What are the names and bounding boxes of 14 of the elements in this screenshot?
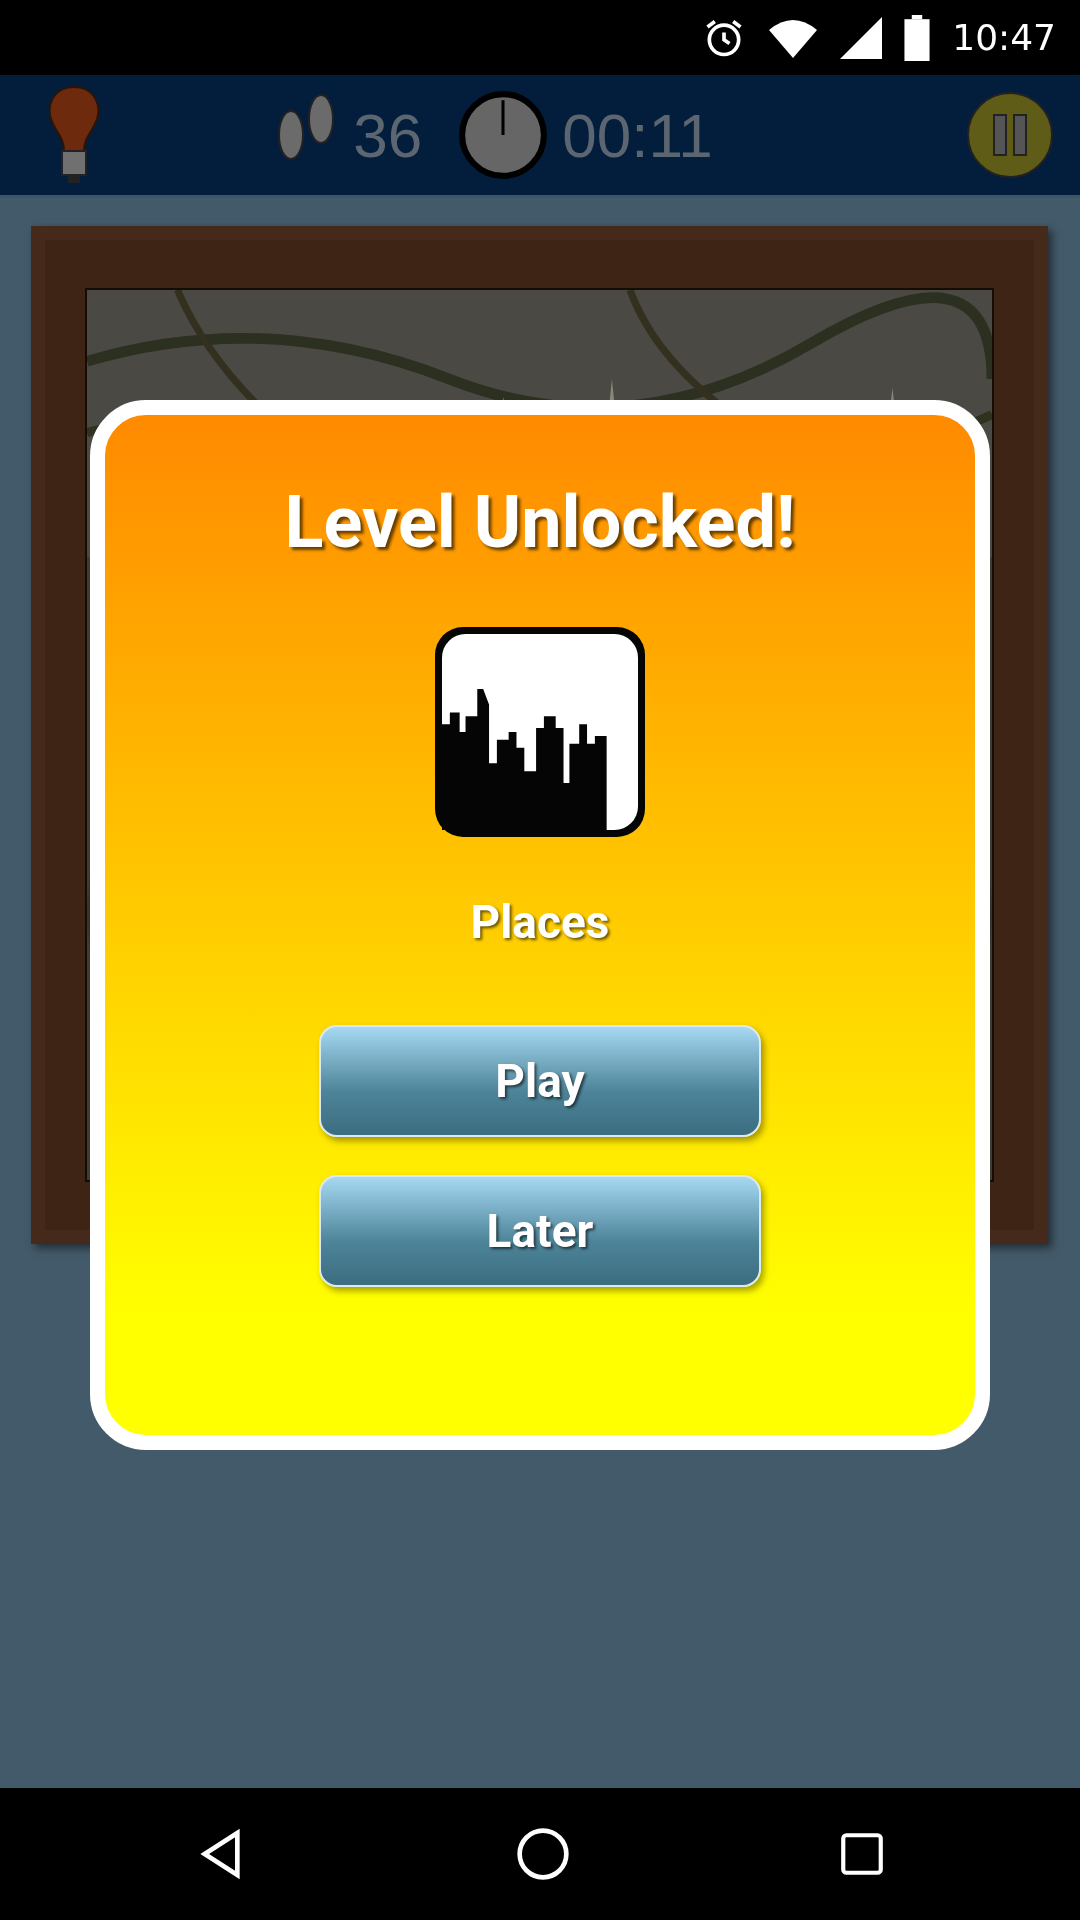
wifi-icon xyxy=(768,17,819,58)
skyline-icon xyxy=(435,627,645,837)
clock-time: 10:47 xyxy=(952,17,1056,58)
dialog-button[interactable]: Later xyxy=(319,1175,761,1287)
dialog-title: Level Unlocked! xyxy=(284,480,796,565)
category-name: Places xyxy=(470,895,610,949)
battery-icon xyxy=(904,14,931,61)
dialog-button[interactable]: Play xyxy=(319,1025,761,1137)
clock-icon xyxy=(458,90,549,180)
timer: 00:11 xyxy=(562,99,713,171)
signal-icon xyxy=(840,16,883,59)
home-icon[interactable] xyxy=(515,1826,571,1882)
moves-count: 36 xyxy=(353,99,423,171)
pause-button[interactable] xyxy=(966,91,1054,179)
